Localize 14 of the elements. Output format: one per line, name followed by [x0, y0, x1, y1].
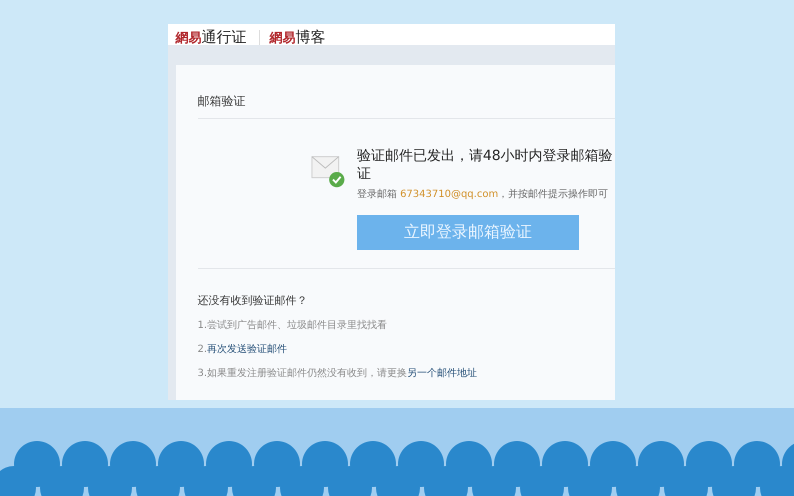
envelope-check-icon [310, 153, 345, 189]
logo-name: 博客 [296, 30, 326, 45]
notice-heading: 验证邮件已发出，请48小时内登录邮箱验证 [356, 147, 614, 183]
panel-title: 邮箱验证 [198, 93, 614, 119]
help-item: 3.如果重发注册验证邮件仍然没有收到，请更换另一个邮件地址 [198, 366, 478, 380]
help-link[interactable]: 再次发送验证邮件 [207, 344, 288, 355]
notice-detail: 登录邮箱 67343710@qq.com，并按邮件提示操作即可 [356, 188, 610, 201]
logo-mark: 網易 [176, 32, 202, 45]
logo-name: 通行证 [202, 30, 246, 45]
help-item: 2.再次发送验证邮件 [198, 342, 288, 356]
help-title: 还没有收到验证邮件？ [198, 293, 308, 308]
help-link[interactable]: 另一个邮件地址 [407, 368, 478, 379]
logo-mark: 網易 [270, 32, 296, 45]
help-item: 1.尝试到广告邮件、垃圾邮件目录里找找看 [198, 318, 388, 332]
